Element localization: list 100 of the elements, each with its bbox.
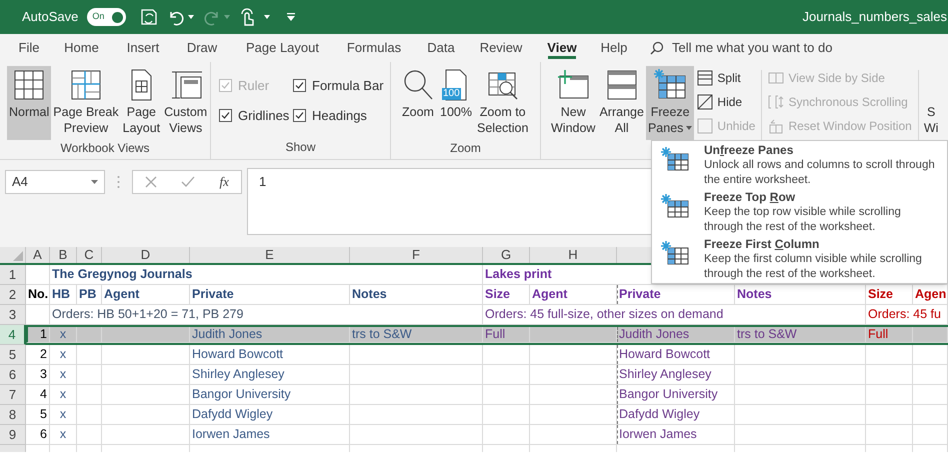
table-cell: Iorwen James: [617, 425, 735, 445]
ribbon-button[interactable]: Custom Views: [162, 66, 210, 140]
function-button[interactable]: fx: [220, 172, 229, 192]
table-cell: No.: [26, 285, 50, 305]
table-cell: [866, 405, 913, 425]
row-header[interactable]: 9: [0, 425, 26, 445]
table-cell: Shirley Anglesey: [617, 365, 735, 385]
search-field[interactable]: Tell me what you want to do: [650, 37, 832, 59]
enter-icon: [181, 176, 196, 188]
ribbon-button[interactable]: S Wi: [922, 66, 940, 140]
table-cell: HB: [50, 285, 77, 305]
group-label: Zoom: [449, 140, 482, 157]
column-header[interactable]: F: [350, 247, 483, 263]
autosave-label: AutoSave: [22, 8, 78, 26]
column-header[interactable]: H: [530, 247, 617, 263]
menu-tab[interactable]: Help: [590, 34, 638, 62]
unhide-icon: [697, 118, 714, 134]
column-header[interactable]: C: [77, 247, 102, 263]
ribbon-button[interactable]: Freeze Panes: [646, 66, 694, 140]
side-by-side-icon: [768, 70, 784, 86]
ribbon-button[interactable]: Split: [697, 68, 756, 88]
table-cell: [866, 345, 913, 365]
row-header[interactable]: 6: [0, 365, 26, 385]
table-cell: Bangor University: [190, 385, 350, 405]
table-cell: x: [50, 327, 77, 343]
table-cell: trs to S&W: [735, 327, 866, 343]
checkbox[interactable]: Gridlines: [219, 106, 293, 125]
ribbon-button[interactable]: New Window: [549, 66, 598, 140]
row-header[interactable]: 1: [0, 265, 26, 285]
hide-icon: [697, 94, 714, 110]
ribbon-button[interactable]: Hide: [697, 92, 756, 112]
table-cell: [483, 425, 530, 445]
column-header[interactable]: D: [102, 247, 190, 263]
menu-tab[interactable]: Home: [50, 34, 113, 62]
table-cell: 2: [26, 345, 50, 365]
table-cell: PB: [77, 285, 102, 305]
row-header[interactable]: 4: [0, 325, 26, 345]
menu-tab[interactable]: Insert: [113, 34, 173, 62]
table-cell: Agent: [102, 285, 190, 305]
menu-tab[interactable]: View: [534, 34, 590, 62]
ribbon-button[interactable]: Normal: [7, 66, 52, 140]
checkbox[interactable]: Headings: [293, 106, 389, 125]
ribbon-button[interactable]: Page Break Preview: [51, 66, 121, 140]
table-cell: x: [50, 425, 77, 445]
name-box[interactable]: A4: [5, 170, 105, 194]
ribbon-button[interactable]: 100 100%: [437, 66, 475, 140]
table-cell: [483, 365, 530, 385]
column-header[interactable]: B: [50, 247, 77, 263]
table-cell: 3: [26, 365, 50, 385]
menu-tab[interactable]: Formulas: [334, 34, 414, 62]
table-cell: x: [50, 405, 77, 425]
search-icon: [650, 41, 664, 55]
table-cell: 1: [26, 327, 50, 343]
menu-tab[interactable]: Review: [468, 34, 534, 62]
table-cell: [913, 345, 948, 365]
table-cell: Agen: [913, 285, 948, 305]
caret-icon: [224, 15, 230, 19]
menu-item-title: Freeze Top Row: [704, 189, 796, 205]
column-header[interactable]: E: [190, 247, 350, 263]
split-icon: [697, 70, 714, 86]
table-cell: [913, 425, 948, 445]
menu-tab[interactable]: Data: [414, 34, 468, 62]
normal-view-icon: [12, 68, 46, 102]
ribbon-button[interactable]: Zoom to Selection: [475, 66, 530, 140]
synchronous-scroll-icon: [768, 94, 784, 110]
document-title: Journals_numbers_sales: [802, 8, 948, 26]
table-cell: Size: [483, 285, 530, 305]
table-cell: 6: [26, 425, 50, 445]
table-cell: Iorwen James: [190, 425, 350, 445]
table-cell: Full: [483, 327, 530, 343]
menu-item-title: Unfreeze Panes: [704, 142, 794, 158]
table-cell: [483, 405, 530, 425]
row-header[interactable]: 3: [0, 305, 26, 325]
checkbox[interactable]: Formula Bar: [293, 76, 389, 96]
table-cell: trs to S&W: [350, 327, 483, 343]
row-header[interactable]: 5: [0, 345, 26, 365]
table-cell: [77, 385, 102, 405]
row-header[interactable]: [0, 445, 26, 452]
ribbon-button[interactable]: Arrange All: [597, 66, 646, 140]
table-cell: 5: [26, 405, 50, 425]
menu-tab[interactable]: Page Layout: [231, 34, 334, 62]
table-cell: Judith Jones: [190, 327, 350, 343]
row-header[interactable]: 8: [0, 405, 26, 425]
ribbon-button[interactable]: Zoom: [399, 66, 437, 140]
table-cell: Dafydd Wigley: [190, 405, 350, 425]
table-cell: [913, 365, 948, 385]
autosave-toggle[interactable]: On: [87, 8, 126, 26]
cancel-icon: [145, 176, 158, 188]
column-header[interactable]: G: [483, 247, 530, 263]
group-label: Workbook Views: [60, 140, 150, 157]
row-header[interactable]: 7: [0, 385, 26, 405]
column-header[interactable]: A: [26, 247, 50, 263]
menu-item[interactable]: Freeze Top Row Keep the top row visible while scrolling through the rest of the worksheet.: [652, 189, 947, 236]
row-header[interactable]: 2: [0, 285, 26, 305]
ribbon-button[interactable]: Page Layout: [120, 66, 162, 140]
menu-tab[interactable]: File: [8, 34, 50, 62]
customize-icon: [287, 13, 296, 21]
grip-icon: [117, 175, 120, 189]
menu-tab[interactable]: Draw: [173, 34, 231, 62]
save-icon: [140, 8, 158, 26]
